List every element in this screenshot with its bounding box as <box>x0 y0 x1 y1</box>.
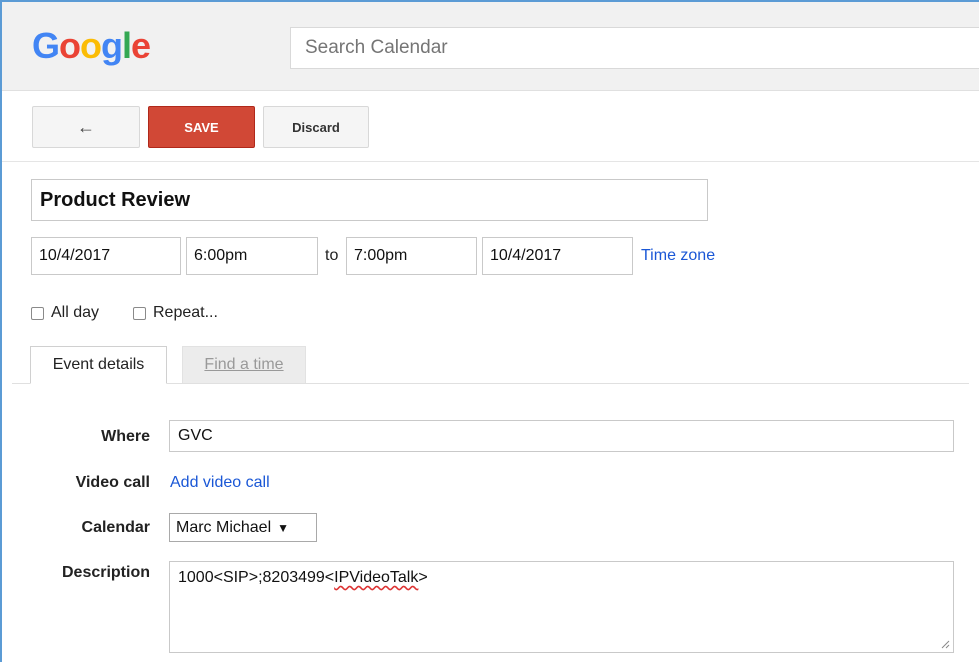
toolbar: ← SAVE Discard <box>2 91 979 162</box>
save-button[interactable]: SAVE <box>148 106 255 148</box>
start-date-input[interactable] <box>31 237 181 275</box>
top-bar: Google <box>2 2 979 91</box>
video-call-label: Video call <box>75 474 150 491</box>
repeat-label: Repeat... <box>153 304 218 321</box>
back-button[interactable]: ← <box>32 106 140 148</box>
end-date-input[interactable] <box>482 237 633 275</box>
all-day-checkbox-row[interactable]: All day <box>31 303 99 323</box>
tab-find-a-time[interactable]: Find a time <box>182 346 306 383</box>
calendar-label: Calendar <box>81 519 150 536</box>
calendar-select-value: Marc Michael <box>176 518 272 536</box>
where-input[interactable] <box>169 420 954 452</box>
all-day-checkbox[interactable] <box>31 306 44 320</box>
back-arrow-icon: ← <box>77 116 95 137</box>
discard-button[interactable]: Discard <box>263 106 369 148</box>
event-title-input[interactable] <box>31 179 708 221</box>
start-time-input[interactable] <box>186 237 318 275</box>
description-text-suffix: > <box>418 569 428 586</box>
time-zone-link[interactable]: Time zone <box>641 247 715 265</box>
all-day-label: All day <box>51 304 100 321</box>
description-label: Description <box>61 564 150 581</box>
end-time-input[interactable] <box>346 237 477 275</box>
calendar-select[interactable]: Marc Michael ▼ <box>169 513 317 542</box>
tab-event-details[interactable]: Event details <box>30 346 167 384</box>
repeat-checkbox[interactable] <box>133 306 146 320</box>
repeat-checkbox-row[interactable]: Repeat... <box>133 303 218 323</box>
resize-handle-icon[interactable] <box>941 640 950 649</box>
to-label: to <box>325 247 339 264</box>
where-label: Where <box>101 428 150 445</box>
description-text-prefix: 1000<SIP>;8203499< <box>178 569 335 586</box>
add-video-call-link[interactable]: Add video call <box>170 474 270 492</box>
search-input[interactable] <box>290 27 979 69</box>
google-logo[interactable]: Google <box>32 24 151 68</box>
dropdown-arrow-icon: ▼ <box>277 520 290 535</box>
description-text-flagged: IPVideoTalk <box>334 569 419 586</box>
description-textarea[interactable]: 1000<SIP>;8203499<IPVideoTalk> <box>169 561 954 653</box>
